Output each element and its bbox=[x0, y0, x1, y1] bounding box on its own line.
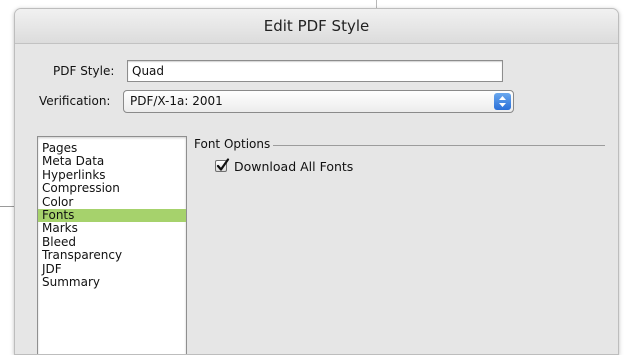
category-item-meta-data[interactable]: Meta Data bbox=[38, 154, 186, 168]
category-item-hyperlinks[interactable]: Hyperlinks bbox=[38, 168, 186, 182]
category-item-color[interactable]: Color bbox=[38, 195, 186, 209]
category-item-summary[interactable]: Summary bbox=[38, 275, 186, 289]
category-item-compression[interactable]: Compression bbox=[38, 181, 186, 195]
checkmark-icon bbox=[216, 158, 230, 171]
font-options-title: Font Options bbox=[194, 137, 274, 151]
category-item-fonts[interactable]: Fonts bbox=[38, 208, 186, 223]
popup-arrows-icon bbox=[494, 93, 511, 110]
category-item-marks[interactable]: Marks bbox=[38, 222, 186, 236]
download-all-fonts-label: Download All Fonts bbox=[234, 159, 354, 174]
category-item-bleed[interactable]: Bleed bbox=[38, 235, 186, 249]
category-item-pages[interactable]: Pages bbox=[38, 141, 186, 155]
edit-pdf-style-dialog: Edit PDF Style PDF Style: Quad Verificat… bbox=[14, 8, 619, 355]
pdf-style-label: PDF Style: bbox=[53, 64, 115, 78]
category-list[interactable]: Pages Meta Data Hyperlinks Compression Color… bbox=[37, 136, 187, 354]
category-item-transparency[interactable]: Transparency bbox=[38, 248, 186, 262]
verification-value: PDF/X-1a: 2001 bbox=[130, 94, 223, 108]
background-divider-horizontal bbox=[0, 206, 14, 207]
background-divider-vertical bbox=[376, 0, 377, 8]
dialog-title: Edit PDF Style bbox=[15, 9, 618, 44]
verification-popup[interactable]: PDF/X-1a: 2001 bbox=[123, 90, 514, 113]
pdf-style-field[interactable]: Quad bbox=[127, 60, 503, 82]
download-all-fonts-checkbox[interactable] bbox=[215, 158, 230, 172]
category-item-jdf[interactable]: JDF bbox=[38, 262, 186, 276]
verification-label: Verification: bbox=[39, 94, 111, 108]
